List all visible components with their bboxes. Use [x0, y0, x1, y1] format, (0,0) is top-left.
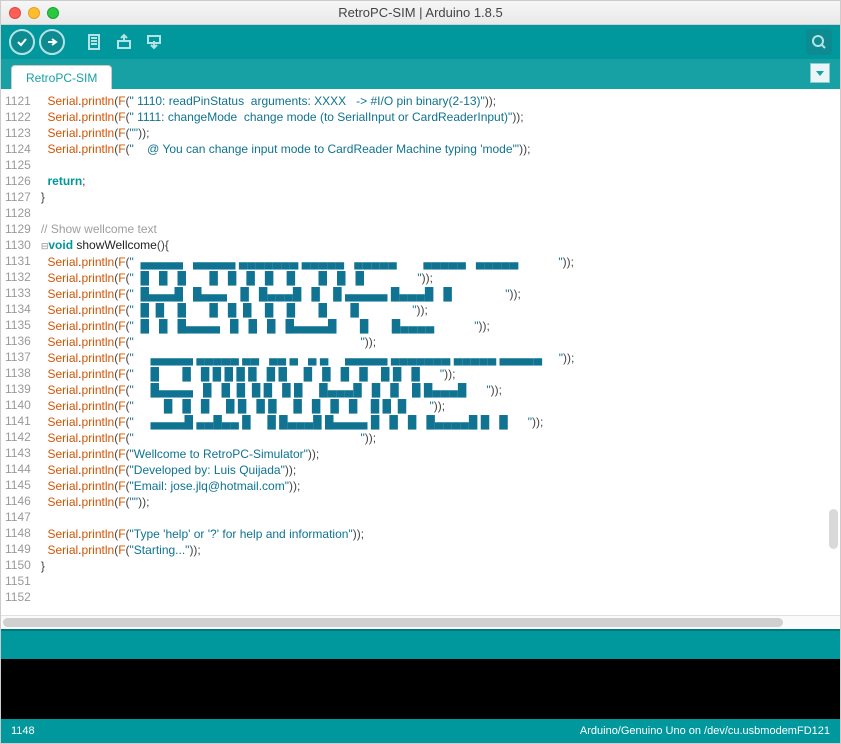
code-line[interactable]: Serial.println(F(" █▄▄▄▄ █ █ █ █ █ █ █ █…: [37, 382, 840, 398]
close-icon[interactable]: [9, 7, 21, 19]
status-line: 1148: [11, 725, 35, 737]
code-line[interactable]: [37, 157, 840, 173]
toolbar: [1, 25, 840, 59]
code-line[interactable]: Serial.println(F(""));: [37, 494, 840, 510]
vertical-scrollbar[interactable]: [829, 509, 838, 549]
save-button[interactable]: [141, 29, 167, 55]
serial-monitor-button[interactable]: [806, 29, 832, 55]
tab-bar: RetroPC-SIM: [1, 59, 840, 89]
status-bar: 1148 Arduino/Genuino Uno on /dev/cu.usbm…: [1, 719, 840, 743]
code-line[interactable]: Serial.println(F(" █ █ █ █ █ █ █ █ █ █ "…: [37, 302, 840, 318]
code-line[interactable]: ⊟void showWellcome(){: [37, 237, 840, 254]
line-gutter: 1121112211231124112511261127112811291130…: [1, 89, 37, 615]
code-line[interactable]: Serial.println(F(" ▄▄▄▄▄ ▄▄▄▄▄ ▄▄ ▄▄ ▄ ▄…: [37, 350, 840, 366]
code-editor[interactable]: 1121112211231124112511261127112811291130…: [1, 89, 840, 615]
code-line[interactable]: Serial.println(F(" @ You can change inpu…: [37, 141, 840, 157]
code-line[interactable]: Serial.println(F(" █ █ █ █ █ █ █ █ █ █ █…: [37, 366, 840, 382]
code-line[interactable]: [37, 574, 840, 590]
tab-menu-button[interactable]: [810, 63, 830, 83]
window-title: RetroPC-SIM | Arduino 1.8.5: [1, 5, 840, 20]
message-bar: [1, 629, 840, 659]
tab-sketch[interactable]: RetroPC-SIM: [11, 65, 112, 89]
open-button[interactable]: [111, 29, 137, 55]
code-area[interactable]: Serial.println(F(" 1110: readPinStatus a…: [37, 89, 840, 615]
code-line[interactable]: Serial.println(F(" █▄▄▄█ █▄▄▄ █ █▄▄▄█ █ …: [37, 286, 840, 302]
code-line[interactable]: Serial.println(F(" ▄▄▄▄▄ ▄▄▄▄▄ ▄▄▄▄▄▄▄ ▄…: [37, 254, 840, 270]
code-line[interactable]: Serial.println(F(" ▄▄▄▄█ ▄▄█▄▄ █ █ █▄▄▄█…: [37, 414, 840, 430]
verify-button[interactable]: [9, 29, 35, 55]
zoom-icon[interactable]: [47, 7, 59, 19]
code-line[interactable]: Serial.println(F("Starting..."));: [37, 542, 840, 558]
code-line[interactable]: Serial.println(F(""));: [37, 125, 840, 141]
code-line[interactable]: Serial.println(F(" "));: [37, 430, 840, 446]
scrollbar-thumb[interactable]: [3, 618, 783, 627]
code-line[interactable]: Serial.println(F(" "));: [37, 334, 840, 350]
app-window: RetroPC-SIM | Arduino 1.8.5 RetroPC-SIM …: [0, 0, 841, 744]
code-line[interactable]: Serial.println(F("Type 'help' or '?' for…: [37, 526, 840, 542]
code-line[interactable]: Serial.println(F("Developed by: Luis Qui…: [37, 462, 840, 478]
code-line[interactable]: Serial.println(F("Wellcome to RetroPC-Si…: [37, 446, 840, 462]
code-line[interactable]: Serial.println(F(" 1110: readPinStatus a…: [37, 93, 840, 109]
code-line[interactable]: Serial.println(F(" █ █ █ █ █ █ █ █ █ █ █…: [37, 398, 840, 414]
code-line[interactable]: }: [37, 558, 840, 574]
horizontal-scrollbar[interactable]: [1, 615, 840, 629]
code-line[interactable]: return;: [37, 173, 840, 189]
code-line[interactable]: Serial.println(F(" █ █ █ █ █ █ █ █ █ █ █…: [37, 270, 840, 286]
new-button[interactable]: [81, 29, 107, 55]
code-line[interactable]: [37, 205, 840, 221]
code-line[interactable]: [37, 510, 840, 526]
upload-button[interactable]: [39, 29, 65, 55]
minimize-icon[interactable]: [28, 7, 40, 19]
code-line[interactable]: Serial.println(F(" 1111: changeMode chan…: [37, 109, 840, 125]
code-line[interactable]: [37, 590, 840, 606]
code-line[interactable]: Serial.println(F(" █ █ █▄▄▄▄ █ █ █ █▄▄▄▄…: [37, 318, 840, 334]
console-output[interactable]: [1, 659, 840, 719]
window-controls: [9, 7, 59, 19]
code-line[interactable]: // Show wellcome text: [37, 221, 840, 237]
titlebar: RetroPC-SIM | Arduino 1.8.5: [1, 1, 840, 25]
code-line[interactable]: }: [37, 189, 840, 205]
status-board: Arduino/Genuino Uno on /dev/cu.usbmodemF…: [580, 725, 830, 737]
code-line[interactable]: Serial.println(F("Email: jose.jlq@hotmai…: [37, 478, 840, 494]
